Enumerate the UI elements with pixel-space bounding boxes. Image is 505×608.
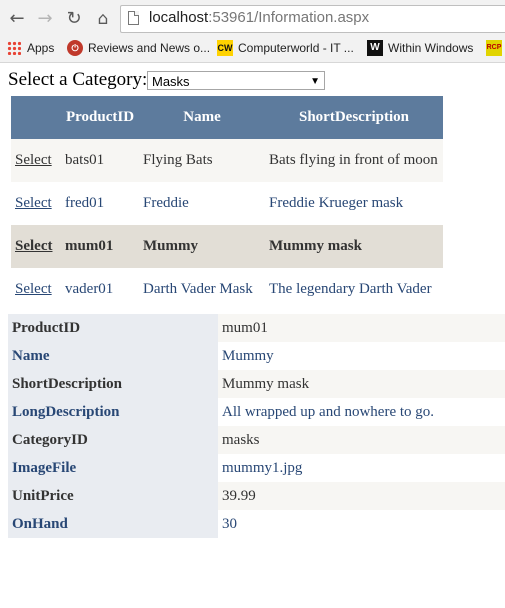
cell-name: Mummy — [139, 225, 265, 268]
detail-row: ProductID mum01 — [8, 314, 505, 342]
cell-description: Mummy mask — [265, 225, 443, 268]
detail-row: LongDescription All wrapped up and nowhe… — [8, 398, 505, 426]
detail-value: Mummy — [218, 342, 505, 370]
cell-productid: vader01 — [61, 268, 139, 311]
product-details: ProductID mum01 Name Mummy ShortDescript… — [8, 314, 505, 538]
detail-label: OnHand — [8, 510, 218, 538]
detail-label: UnitPrice — [8, 482, 218, 510]
detail-label: ImageFile — [8, 454, 218, 482]
detail-value: mummy1.jpg — [218, 454, 505, 482]
cell-description: Bats flying in front of moon — [265, 139, 443, 182]
bookmarks-bar: Apps ⏻ Reviews and News o... CW Computerwo… — [0, 36, 505, 60]
grid-header-row: ProductID Name ShortDescription — [11, 96, 443, 139]
cell-description: The legendary Darth Vader — [265, 268, 443, 311]
select-link[interactable]: Select — [15, 238, 52, 254]
reload-icon[interactable]: ↻ — [63, 8, 85, 30]
detail-value: 30 — [218, 510, 505, 538]
bookmark-reviews[interactable]: ⏻ Reviews and News o... — [67, 38, 210, 58]
detail-value: masks — [218, 426, 505, 454]
detail-row: ShortDescription Mummy mask — [8, 370, 505, 398]
cw-logo-icon: CW — [217, 39, 233, 56]
detail-value: mum01 — [218, 314, 505, 342]
detail-label: ShortDescription — [8, 370, 218, 398]
browser-chrome: ← → ↻ ⌂ localhost:53961/Information.aspx… — [0, 0, 505, 63]
home-icon[interactable]: ⌂ — [92, 8, 114, 30]
products-grid: ProductID Name ShortDescription Select b… — [11, 96, 443, 311]
select-link[interactable]: Select — [15, 152, 52, 168]
detail-value: All wrapped up and nowhere to go. — [218, 398, 505, 426]
detail-value: Mummy mask — [218, 370, 505, 398]
bookmark-rcp[interactable]: RCP — [486, 38, 505, 58]
dropdown-arrow-icon: ▼ — [310, 76, 320, 87]
detail-row: CategoryID masks — [8, 426, 505, 454]
back-arrow-icon[interactable]: ← — [6, 8, 28, 30]
category-selected-value: Masks — [152, 74, 190, 89]
address-bar[interactable]: localhost:53961/Information.aspx — [120, 5, 505, 33]
header-shortdescription: ShortDescription — [265, 96, 443, 139]
detail-label: Name — [8, 342, 218, 370]
header-productid: ProductID — [61, 96, 139, 139]
url-text: localhost:53961/Information.aspx — [149, 9, 370, 26]
w-logo-icon: W — [367, 39, 383, 56]
header-select — [11, 96, 61, 139]
power-icon: ⏻ — [67, 39, 83, 56]
bookmark-apps[interactable]: Apps — [7, 38, 54, 58]
cell-productid: bats01 — [61, 139, 139, 182]
bookmark-within-windows[interactable]: W Within Windows — [367, 38, 473, 58]
forward-arrow-icon[interactable]: → — [34, 8, 56, 30]
cell-name: Freddie — [139, 182, 265, 225]
detail-value: 39.99 — [218, 482, 505, 510]
category-label: Select a Category: — [8, 69, 148, 90]
cell-description: Freddie Krueger mask — [265, 182, 443, 225]
table-row-selected: Select mum01 Mummy Mummy mask — [11, 225, 443, 268]
cell-name: Darth Vader Mask — [139, 268, 265, 311]
apps-grid-icon — [7, 40, 21, 55]
table-row: Select vader01 Darth Vader Mask The lege… — [11, 268, 443, 311]
rcp-logo-icon: RCP — [486, 39, 502, 56]
header-name: Name — [139, 96, 265, 139]
cell-productid: mum01 — [61, 225, 139, 268]
category-dropdown[interactable]: Masks ▼ — [147, 71, 325, 90]
detail-row: ImageFile mummy1.jpg — [8, 454, 505, 482]
detail-label: LongDescription — [8, 398, 218, 426]
page-icon — [128, 11, 139, 25]
table-row: Select fred01 Freddie Freddie Krueger ma… — [11, 182, 443, 225]
cell-name: Flying Bats — [139, 139, 265, 182]
bookmark-computerworld[interactable]: CW Computerworld - IT ... — [217, 38, 354, 58]
select-link[interactable]: Select — [15, 195, 52, 211]
cell-productid: fred01 — [61, 182, 139, 225]
browser-toolbar: ← → ↻ ⌂ localhost:53961/Information.aspx — [0, 0, 505, 36]
select-link[interactable]: Select — [15, 281, 52, 297]
detail-row: UnitPrice 39.99 — [8, 482, 505, 510]
detail-label: ProductID — [8, 314, 218, 342]
detail-row: OnHand 30 — [8, 510, 505, 538]
table-row: Select bats01 Flying Bats Bats flying in… — [11, 139, 443, 182]
detail-row: Name Mummy — [8, 342, 505, 370]
detail-label: CategoryID — [8, 426, 218, 454]
